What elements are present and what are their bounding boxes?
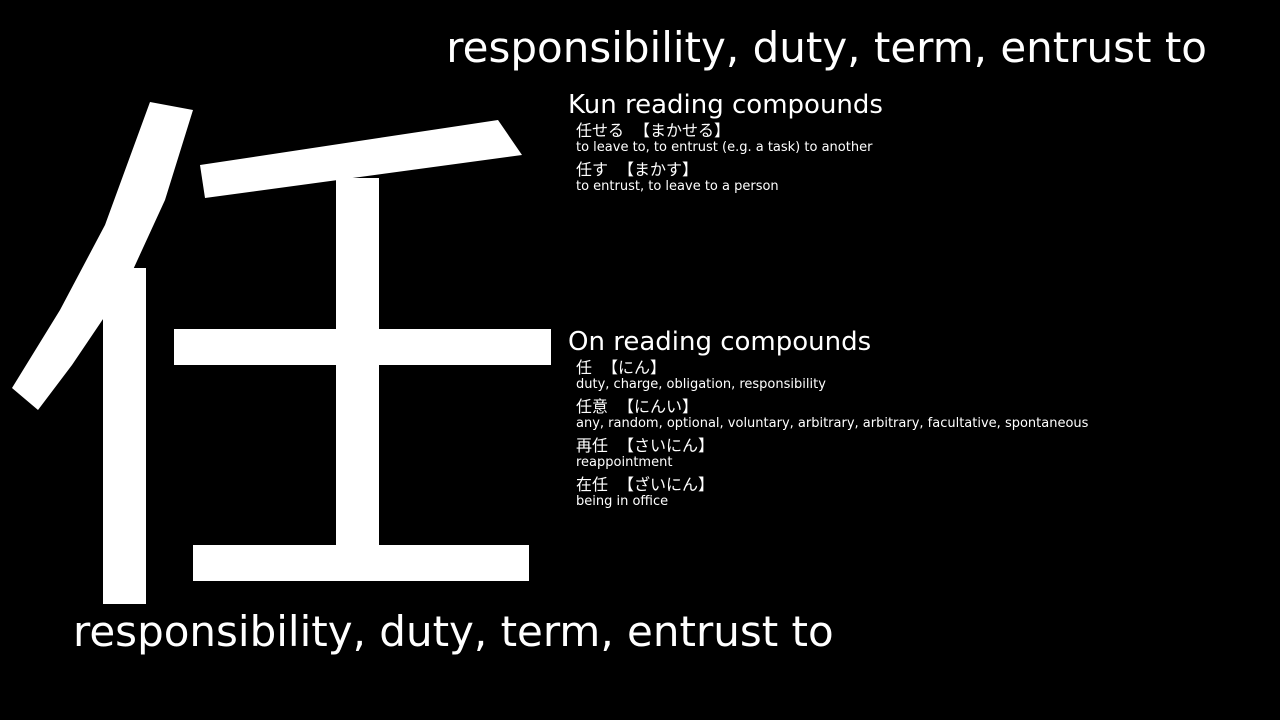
compound-definition: being in office bbox=[576, 494, 669, 509]
kanji-stroke-middle-horizontal bbox=[174, 329, 551, 365]
on-reading-section: On reading compounds 任【にん】 duty, charge,… bbox=[568, 325, 1268, 515]
compound-word: 再任 bbox=[576, 436, 609, 455]
compound-word: 任意 bbox=[576, 397, 609, 416]
compound-word: 在任 bbox=[576, 475, 609, 494]
on-section-heading: On reading compounds bbox=[568, 327, 872, 357]
compound-item: 再任 【さいにん】 reappointment bbox=[576, 436, 1268, 471]
kun-section-heading: Kun reading compounds bbox=[568, 90, 883, 120]
compound-definition: duty, charge, obligation, responsibility bbox=[576, 377, 826, 392]
compound-item: 任意 【にんい】 any, random, optional, voluntary… bbox=[576, 397, 1268, 432]
compound-word: 任せる bbox=[576, 121, 625, 140]
compound-definition: to leave to, to entrust (e.g. a task) to… bbox=[576, 140, 873, 155]
compound-item: 任す 【まかす】 to entrust, to leave to a person bbox=[576, 160, 1268, 195]
compound-definition: any, random, optional, voluntary, arbitr… bbox=[576, 416, 1089, 431]
meaning-bottom: responsibility, duty, term, entrust to bbox=[73, 607, 834, 656]
compound-reading: 【ざいにん】 bbox=[618, 475, 715, 494]
compound-definition: to entrust, to leave to a person bbox=[576, 179, 779, 194]
compound-item: 任【にん】 duty, charge, obligation, responsi… bbox=[576, 358, 1268, 393]
compound-word: 任す bbox=[576, 160, 609, 179]
compound-reading: 【まかせる】 bbox=[634, 121, 731, 140]
compound-reading: 【にんい】 bbox=[618, 397, 699, 416]
compound-reading: 【まかす】 bbox=[618, 160, 699, 179]
compound-word: 任 bbox=[576, 358, 593, 377]
compound-definition: reappointment bbox=[576, 455, 673, 470]
kanji-stroke-bottom-horizontal bbox=[193, 545, 529, 581]
kanji-glyph bbox=[12, 102, 551, 604]
kanji-stroke-left-diagonal bbox=[12, 102, 193, 410]
kun-reading-section: Kun reading compounds 任せる 【まかせる】 to leave… bbox=[568, 88, 1268, 200]
meaning-top: responsibility, duty, term, entrust to bbox=[446, 23, 1207, 72]
compound-reading: 【にん】 bbox=[602, 358, 667, 377]
kanji-stroke-left-vertical bbox=[103, 268, 146, 604]
compound-item: 在任 【ざいにん】 being in office bbox=[576, 475, 1268, 510]
compound-item: 任せる 【まかせる】 to leave to, to entrust (e.g. … bbox=[576, 121, 1268, 156]
compound-reading: 【さいにん】 bbox=[618, 436, 715, 455]
